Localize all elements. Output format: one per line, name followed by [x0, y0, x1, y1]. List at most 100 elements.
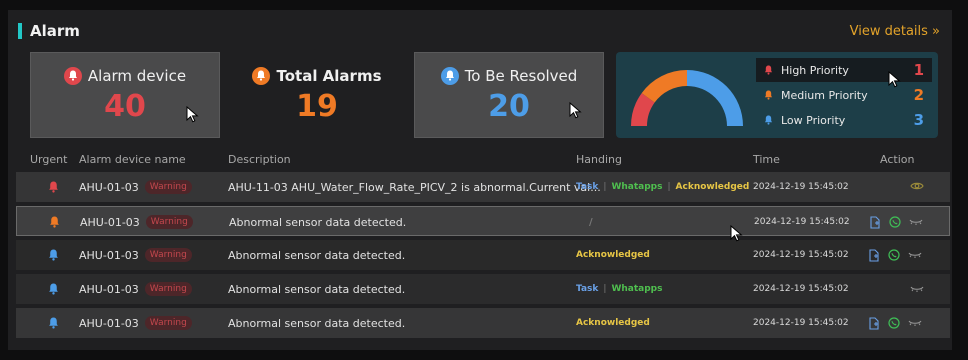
description-cell: AHU-11-03 AHU_Water_Flow_Rate_PICV_2 is … — [228, 172, 601, 202]
description-text: AHU-11-03 AHU_Water_Flow_Rate_PICV_2 is … — [228, 180, 601, 194]
handing-cell: Acknowledged — [576, 240, 650, 270]
priority-gauge — [631, 70, 743, 126]
handing-whatapps[interactable]: Whatapps — [611, 182, 662, 192]
device-name: AHU-01-03 — [79, 282, 139, 296]
gauge-segment — [687, 70, 743, 126]
handing-whatapps[interactable]: Whatapps — [611, 284, 662, 294]
whatsapp-icon[interactable] — [888, 317, 900, 329]
handing-cell: Task | Whatapps | Acknowledged — [576, 182, 750, 192]
total-alarms-value: 19 — [296, 88, 338, 124]
priority-summary: High Priority 1 Medium Priority 2 Low Pr… — [616, 52, 938, 138]
panel-header: Alarm — [18, 22, 80, 40]
action-cell — [868, 308, 922, 338]
to-be-resolved-label: To Be Resolved — [464, 66, 578, 85]
closed-eye-icon[interactable] — [910, 285, 924, 293]
column-header-time: Time — [753, 153, 780, 166]
total-alarms-label: Total Alarms — [276, 66, 382, 85]
priority-row-medium[interactable]: Medium Priority 2 — [756, 83, 932, 107]
table-row[interactable]: AHU-01-03 Warning Abnormal sensor data de… — [16, 274, 950, 304]
priority-row-high[interactable]: High Priority 1 — [756, 58, 932, 82]
add-document-icon[interactable] — [868, 316, 880, 330]
time-cell: 2024-12-19 15:45:02 — [753, 240, 849, 270]
closed-eye-icon[interactable] — [908, 319, 922, 327]
table-row[interactable]: AHU-01-03 Warning AHU-11-03 AHU_Water_Flo… — [16, 172, 950, 202]
handing-cell: Acknowledged — [576, 308, 650, 338]
priority-count: 3 — [913, 111, 924, 129]
handing-cell: Task | Whatapps — [576, 284, 663, 294]
time-cell: 2024-12-19 15:45:02 — [754, 207, 850, 237]
handing-task[interactable]: Task — [576, 182, 598, 192]
description-cell: Abnormal sensor data detected. — [229, 207, 406, 237]
mouse-cursor-icon — [730, 225, 743, 242]
priority-list: High Priority 1 Medium Priority 2 Low Pr… — [756, 58, 932, 133]
header-accent-bar — [18, 23, 22, 39]
device-name: AHU-01-03 — [79, 316, 139, 330]
whatsapp-icon[interactable] — [889, 216, 901, 228]
table-row[interactable]: AHU-01-03 Warning Abnormal sensor data de… — [16, 240, 950, 270]
table-row[interactable]: AHU-01-03 Warning Abnormal sensor data de… — [16, 206, 950, 236]
description-text: Abnormal sensor data detected. — [228, 316, 406, 330]
column-header-handing: Handing — [576, 153, 622, 166]
time-cell: 2024-12-19 15:45:02 — [753, 172, 849, 202]
device-cell: AHU-01-03 Warning — [80, 207, 193, 237]
device-cell: AHU-01-03 Warning — [79, 274, 192, 304]
mouse-cursor-icon — [569, 102, 582, 119]
handing-acknowledged[interactable]: Acknowledged — [576, 250, 650, 260]
closed-eye-icon[interactable] — [909, 218, 923, 226]
action-cell — [868, 172, 924, 202]
handing-cell: / — [577, 207, 593, 237]
column-header-device: Alarm device name — [79, 153, 186, 166]
to-be-resolved-value: 20 — [488, 88, 530, 124]
table-header: Urgent Alarm device name Description Han… — [8, 150, 952, 170]
device-name: AHU-01-03 — [79, 248, 139, 262]
status-badge: Warning — [144, 180, 192, 194]
add-document-icon[interactable] — [869, 215, 881, 229]
bell-icon — [764, 115, 773, 125]
column-header-action: Action — [880, 153, 915, 166]
priority-label: Low Priority — [781, 113, 846, 127]
description-text: Abnormal sensor data detected. — [229, 215, 407, 229]
priority-row-low[interactable]: Low Priority 3 — [756, 108, 932, 132]
urgent-cell — [48, 172, 59, 202]
handing-empty: / — [589, 216, 593, 228]
urgent-cell — [48, 274, 59, 304]
device-name: AHU-01-03 — [79, 180, 139, 194]
total-alarms-card[interactable]: Total Alarms 19 — [222, 52, 412, 138]
bell-icon — [49, 317, 58, 329]
alarm-panel: Alarm View details » Alarm device 40 Tot… — [8, 10, 952, 350]
description-text: Abnormal sensor data detected. — [228, 282, 406, 296]
time-cell: 2024-12-19 15:45:02 — [753, 274, 849, 304]
priority-count: 1 — [913, 61, 924, 79]
bell-icon — [764, 90, 773, 100]
alarm-device-card[interactable]: Alarm device 40 — [30, 52, 220, 138]
urgent-cell — [48, 240, 59, 270]
mouse-cursor-icon — [888, 71, 901, 88]
urgent-cell — [49, 207, 60, 237]
handing-task[interactable]: Task — [576, 284, 598, 294]
device-name: AHU-01-03 — [80, 215, 140, 229]
status-badge: Warning — [144, 316, 192, 330]
device-cell: AHU-01-03 Warning — [79, 172, 192, 202]
whatsapp-icon[interactable] — [888, 249, 900, 261]
closed-eye-icon[interactable] — [908, 251, 922, 259]
alarm-device-value: 40 — [104, 88, 146, 124]
handing-acknowledged[interactable]: Acknowledged — [676, 182, 750, 192]
table-row[interactable]: AHU-01-03 Warning Abnormal sensor data de… — [16, 308, 950, 338]
eye-icon[interactable] — [910, 181, 924, 191]
description-cell: Abnormal sensor data detected. — [228, 274, 405, 304]
description-cell: Abnormal sensor data detected. — [228, 240, 405, 270]
device-cell: AHU-01-03 Warning — [79, 240, 192, 270]
bell-icon — [49, 283, 58, 295]
device-cell: AHU-01-03 Warning — [79, 308, 192, 338]
bell-icon — [440, 66, 459, 85]
handing-acknowledged[interactable]: Acknowledged — [576, 318, 650, 328]
add-document-icon[interactable] — [868, 248, 880, 262]
time-text: 2024-12-19 15:45:02 — [753, 318, 849, 328]
time-cell: 2024-12-19 15:45:02 — [753, 308, 849, 338]
time-text: 2024-12-19 15:45:02 — [753, 250, 849, 260]
time-text: 2024-12-19 15:45:02 — [753, 284, 849, 294]
to-be-resolved-card[interactable]: To Be Resolved 20 — [414, 52, 604, 138]
time-text: 2024-12-19 15:45:02 — [753, 182, 849, 192]
bell-icon — [49, 181, 58, 193]
view-details-link[interactable]: View details » — [850, 24, 940, 39]
